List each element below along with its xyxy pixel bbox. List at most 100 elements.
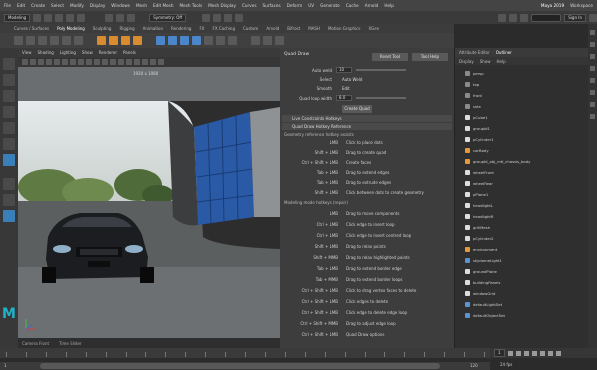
workspace-dropdown[interactable]: Workspace (570, 3, 593, 8)
shelf-tab-motion-graphics[interactable]: Motion Graphics (328, 26, 361, 31)
outliner-menu-show[interactable]: Show (480, 59, 491, 64)
safe-title-icon[interactable] (102, 59, 108, 65)
play-back-icon[interactable] (523, 350, 529, 356)
camera-lock-icon[interactable] (30, 59, 36, 65)
save-scene-icon[interactable] (55, 13, 64, 22)
poly-cylinder-icon[interactable] (38, 36, 47, 45)
bookmark-icon[interactable] (38, 59, 44, 65)
poly-sphere-icon[interactable] (14, 36, 23, 45)
go-to-start-icon[interactable] (507, 350, 513, 356)
select-value[interactable]: Auto Weld (342, 77, 362, 82)
outliner-item[interactable]: headlightR (465, 213, 494, 220)
shelf-tab-fx-caching[interactable]: FX Caching (213, 26, 235, 31)
search-input[interactable] (531, 13, 562, 22)
camera-select-icon[interactable] (22, 59, 28, 65)
select-object-icon[interactable] (116, 13, 125, 22)
menu-mesh-tools[interactable]: Mesh Tools (180, 3, 203, 8)
mode-dropdown[interactable]: Modeling (4, 13, 31, 22)
rotate-tool-icon[interactable] (3, 122, 15, 134)
auto-map-icon[interactable] (275, 36, 284, 45)
outliner-item[interactable]: groupId1 (465, 125, 490, 132)
outliner-tab-outliner[interactable]: Outliner (496, 50, 512, 55)
render-icon[interactable] (498, 13, 507, 22)
outliner-item[interactable]: pPlane1 (465, 191, 488, 198)
menu-help[interactable]: Help (384, 3, 394, 8)
panel-toggle-icon[interactable] (590, 90, 595, 95)
shadows-icon[interactable] (142, 59, 148, 65)
smooth-shade-icon[interactable] (118, 59, 124, 65)
menu-display[interactable]: Display (90, 3, 105, 8)
panel-toggle-icon[interactable] (590, 102, 595, 107)
single-view-icon[interactable] (3, 178, 15, 190)
menu-surfaces[interactable]: Surfaces (263, 3, 281, 8)
render-settings-icon[interactable] (520, 13, 529, 22)
menu-mesh[interactable]: Mesh (136, 3, 147, 8)
smooth-value[interactable]: Edit (342, 86, 350, 91)
outliner-item[interactable]: persp (465, 70, 484, 77)
auto-weld-slider[interactable] (356, 69, 406, 71)
outliner-item[interactable]: windowGrid (465, 290, 495, 297)
outliner-menu-help[interactable]: Help (497, 59, 506, 64)
outliner-item[interactable]: groupId_obj_mtl_chassis_body (465, 158, 530, 165)
snap-grid-icon[interactable] (202, 13, 211, 22)
viewport-menu-renderer[interactable]: Renderer (99, 50, 117, 55)
target-weld-icon[interactable] (216, 36, 225, 45)
panel-toggle-icon[interactable] (590, 42, 595, 47)
poly-torus-icon[interactable] (74, 36, 83, 45)
separate-icon[interactable] (109, 36, 118, 45)
viewport-menu-view[interactable]: View (22, 50, 32, 55)
shelf-tab-animation[interactable]: Animation (143, 26, 163, 31)
redo-icon[interactable] (77, 13, 86, 22)
outliner-item[interactable]: front (465, 92, 482, 99)
outliner-tab-attribute-editor[interactable]: Attribute Editor (459, 50, 490, 55)
outliner-item[interactable]: skydomeLight1 (465, 257, 502, 264)
menu-uv[interactable]: UV (308, 3, 314, 8)
reset-tool-button[interactable]: Reset Tool (372, 53, 408, 61)
uv-editor-icon[interactable] (251, 36, 260, 45)
outliner-item[interactable]: headlightL (465, 202, 493, 209)
quad-draw-tool-icon[interactable] (3, 154, 15, 166)
sign-in-button[interactable]: Sign In (564, 13, 586, 22)
outliner-item[interactable]: carBody (465, 147, 489, 154)
panel-toggle-icon[interactable] (590, 30, 595, 35)
snap-curve-icon[interactable] (213, 13, 222, 22)
film-gate-icon[interactable] (62, 59, 68, 65)
outliner-item[interactable]: top (465, 81, 479, 88)
menu-windows[interactable]: Windows (111, 3, 130, 8)
resolution-gate-icon[interactable] (70, 59, 76, 65)
range-start[interactable]: 1 (4, 363, 7, 368)
paint-select-tool-icon[interactable] (3, 90, 15, 102)
four-view-icon[interactable] (3, 194, 15, 206)
grid-icon[interactable] (54, 59, 60, 65)
range-end[interactable]: 120 (470, 363, 478, 368)
safe-action-icon[interactable] (94, 59, 100, 65)
outliner-item[interactable]: wheelFront (465, 169, 494, 176)
menu-file[interactable]: File (4, 3, 11, 8)
outliner-menu-display[interactable]: Display (459, 59, 474, 64)
bridge-icon[interactable] (180, 36, 189, 45)
smooth-icon[interactable] (133, 36, 142, 45)
poly-plane-icon[interactable] (62, 36, 71, 45)
outliner-item[interactable]: pCylinder2 (465, 235, 494, 242)
shelf-tab-xgen[interactable]: XGen (368, 26, 379, 31)
viewport[interactable]: 1920 x 1080 (18, 67, 280, 338)
ipr-render-icon[interactable] (509, 13, 518, 22)
shelf-tab-arnold[interactable]: Arnold (266, 26, 279, 31)
current-frame-field[interactable]: 1 (494, 349, 505, 357)
shelf-tab-poly-modeling[interactable]: Poly Modeling (57, 26, 85, 31)
shelf-tab-custom[interactable]: Custom (243, 26, 258, 31)
panel-toggle-icon[interactable] (590, 114, 595, 119)
poly-cube-icon[interactable] (26, 36, 35, 45)
xray-icon[interactable] (150, 59, 156, 65)
viewport-menu-lighting[interactable]: Lighting (60, 50, 76, 55)
shelf-tab-fx[interactable]: FX (199, 26, 204, 31)
viewport-menu-panels[interactable]: Panels (123, 50, 136, 55)
layout-icon[interactable] (3, 210, 15, 222)
snap-plane-icon[interactable] (235, 13, 244, 22)
field-chart-icon[interactable] (86, 59, 92, 65)
outliner-item[interactable]: groundPlane (465, 268, 497, 275)
outliner-item[interactable]: pCylinder1 (465, 136, 494, 143)
lights-icon[interactable] (134, 59, 140, 65)
auto-key-icon[interactable] (555, 350, 561, 356)
shelf-tab-bifrost[interactable]: Bifrost (287, 26, 300, 31)
